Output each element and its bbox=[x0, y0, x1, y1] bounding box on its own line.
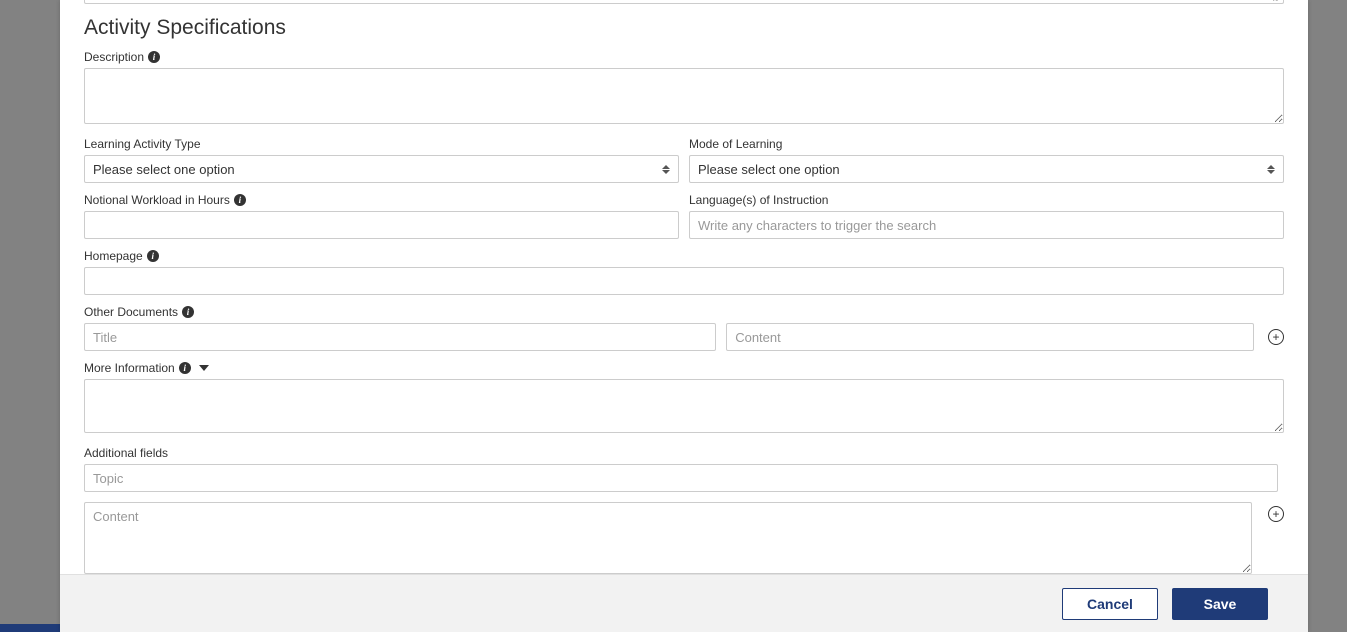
select-arrows-icon bbox=[1267, 162, 1275, 176]
info-icon[interactable]: i bbox=[182, 306, 194, 318]
add-document-button[interactable] bbox=[1268, 329, 1284, 345]
learning-type-label: Learning Activity Type bbox=[84, 137, 679, 151]
form-footer: Cancel Save bbox=[60, 574, 1308, 632]
other-documents-label: Other Documents i bbox=[84, 305, 1284, 319]
info-icon[interactable]: i bbox=[148, 51, 160, 63]
description-label: Description i bbox=[84, 50, 1284, 64]
info-icon[interactable]: i bbox=[147, 250, 159, 262]
homepage-label: Homepage i bbox=[84, 249, 1284, 263]
notional-workload-input[interactable] bbox=[84, 211, 679, 239]
previous-field-partial[interactable] bbox=[84, 0, 1284, 4]
cancel-button[interactable]: Cancel bbox=[1062, 588, 1158, 620]
notional-workload-label: Notional Workload in Hours i bbox=[84, 193, 679, 207]
mode-of-learning-label: Mode of Learning bbox=[689, 137, 1284, 151]
learning-type-select[interactable]: Please select one option bbox=[84, 155, 679, 183]
mode-of-learning-select[interactable]: Please select one option bbox=[689, 155, 1284, 183]
page-bg-stripe bbox=[0, 624, 60, 632]
select-arrows-icon bbox=[662, 162, 670, 176]
topic-input[interactable] bbox=[84, 464, 1278, 492]
languages-label: Language(s) of Instruction bbox=[689, 193, 1284, 207]
additional-fields-label: Additional fields bbox=[84, 446, 1284, 460]
languages-input[interactable] bbox=[689, 211, 1284, 239]
doc-title-input[interactable] bbox=[84, 323, 716, 351]
doc-content-input[interactable] bbox=[726, 323, 1254, 351]
description-textarea[interactable] bbox=[84, 68, 1284, 124]
more-information-textarea[interactable] bbox=[84, 379, 1284, 433]
caret-down-icon[interactable] bbox=[199, 365, 209, 371]
save-button[interactable]: Save bbox=[1172, 588, 1268, 620]
section-title: Activity Specifications bbox=[84, 16, 1284, 40]
more-information-label: More Information i bbox=[84, 361, 1284, 375]
info-icon[interactable]: i bbox=[179, 362, 191, 374]
form-card: Activity Specifications Description i Le… bbox=[60, 0, 1308, 632]
additional-content-textarea[interactable] bbox=[84, 502, 1252, 574]
info-icon[interactable]: i bbox=[234, 194, 246, 206]
homepage-input[interactable] bbox=[84, 267, 1284, 295]
